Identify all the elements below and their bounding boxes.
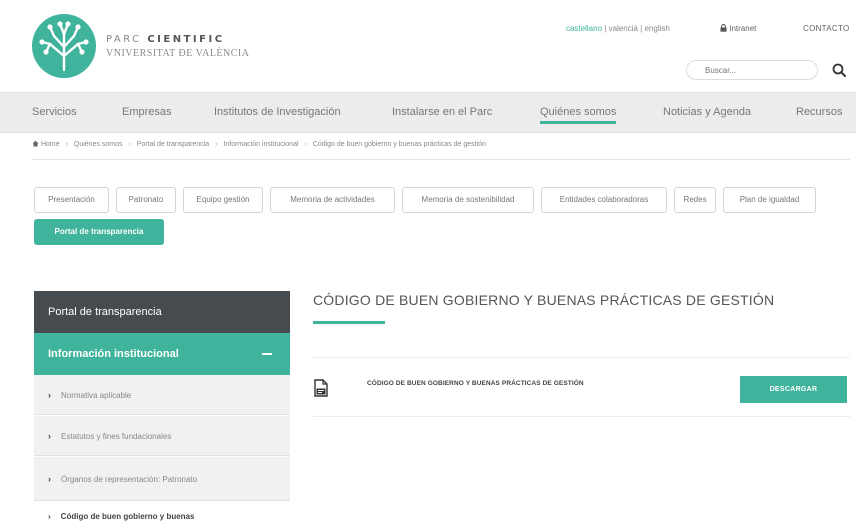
nav-item-servicios[interactable]: Servicios — [32, 93, 77, 132]
nav-item-empresas[interactable]: Empresas — [122, 93, 172, 132]
logo-wordmark: PARC CIENTIFIC VNIVERSITAT ĐE VALÈNCIA — [106, 34, 249, 59]
sidebar-item-label: Normativa aplicable — [61, 391, 132, 400]
nav-item-instalarse[interactable]: Instalarse en el Parc — [392, 93, 492, 132]
search-button[interactable] — [828, 60, 850, 80]
sidebar-section-informacion-institucional[interactable]: Información institucional — [34, 333, 290, 375]
lock-icon — [720, 24, 729, 33]
breadcrumb-divider — [32, 159, 850, 160]
logo-line2: VNIVERSITAT ĐE VALÈNCIA — [106, 47, 250, 59]
tab-memoria-sostenibilidad[interactable]: Memoria de sostenibilidad — [402, 187, 534, 213]
minus-icon[interactable] — [262, 353, 272, 355]
home-icon — [32, 140, 41, 148]
breadcrumb-portal-transparencia[interactable]: Portal de transparencia — [137, 141, 209, 148]
sidebar-section-label: Información institucional — [48, 348, 179, 360]
intranet-label: Intranet — [729, 24, 757, 33]
tab-memoria-actividades[interactable]: Memoria de actividades — [270, 187, 395, 213]
search-icon — [828, 63, 850, 84]
language-switcher: castellano | valencià | english — [566, 24, 670, 33]
tab-equipo-gestion[interactable]: Equipo gestión — [183, 187, 263, 213]
breadcrumb-quienes-somos[interactable]: Quiénes somos — [74, 141, 123, 148]
nav-item-quienes-somos[interactable]: Quiénes somos — [540, 93, 617, 132]
chevron-right-icon: › — [48, 431, 51, 441]
sidebar-item-label: Código de buen gobierno y buenas — [60, 512, 195, 521]
sidebar-item-codigo-buen-gobierno[interactable]: › Código de buen gobierno y buenas — [34, 502, 290, 525]
intranet-link[interactable]: Intranet — [720, 24, 756, 33]
sidebar-heading[interactable]: Portal de transparencia — [34, 291, 290, 333]
breadcrumb-separator: › — [304, 141, 307, 148]
document-divider-bottom — [313, 416, 850, 417]
tab-portal-transparencia[interactable]: Portal de transparencia — [34, 219, 164, 245]
download-button[interactable]: DESCARGAR — [740, 376, 847, 403]
tab-entidades-colaboradoras[interactable]: Entidades colaboradoras — [541, 187, 667, 213]
search-input[interactable] — [686, 60, 818, 80]
sidebar-item-label: Estatutos y fines fundacionales — [61, 432, 172, 441]
chevron-right-icon: › — [48, 474, 51, 484]
sidebar-item-label: Órganos de representación: Patronato — [61, 475, 198, 484]
document-icon — [314, 379, 328, 397]
lang-valenciano[interactable]: valencià — [609, 24, 638, 33]
breadcrumb-home[interactable]: Home — [41, 141, 60, 148]
title-underline — [313, 321, 385, 324]
breadcrumb-separator: › — [128, 141, 131, 148]
lang-english[interactable]: english — [644, 24, 669, 33]
tab-presentacion[interactable]: Presentación — [34, 187, 109, 213]
logo-line1: PARC CIENTIFIC — [106, 34, 249, 45]
document-title: CÓDIGO DE BUEN GOBIERNO Y BUENAS PRÁCTIC… — [367, 380, 584, 387]
breadcrumb-separator: › — [215, 141, 218, 148]
nav-item-recursos[interactable]: Recursos — [796, 93, 842, 132]
chevron-right-icon: › — [48, 512, 51, 521]
chevron-right-icon: › — [48, 390, 51, 400]
tab-redes[interactable]: Redes — [674, 187, 716, 213]
breadcrumb: Home › Quiénes somos › Portal de transpa… — [32, 140, 486, 148]
tab-plan-igualdad[interactable]: Plan de igualdad — [723, 187, 816, 213]
contact-link[interactable]: CONTACTO — [803, 24, 850, 33]
nav-item-noticias[interactable]: Noticias y Agenda — [663, 93, 751, 132]
page-title: CÓDIGO DE BUEN GOBIERNO Y BUENAS PRÁCTIC… — [313, 292, 775, 308]
sidebar-item-organos[interactable]: › Órganos de representación: Patronato — [34, 457, 290, 501]
tab-patronato[interactable]: Patronato — [116, 187, 176, 213]
site-logo[interactable]: PARC CIENTIFIC VNIVERSITAT ĐE VALÈNCIA — [32, 14, 249, 78]
breadcrumb-separator: › — [65, 141, 68, 148]
main-navigation: Servicios Empresas Institutos de Investi… — [0, 92, 856, 133]
breadcrumb-informacion-institucional[interactable]: Información institucional — [223, 141, 298, 148]
nav-item-institutos[interactable]: Institutos de Investigación — [214, 93, 341, 132]
logo-line1-bold: CIENTIFIC — [147, 33, 225, 45]
logo-line1-light: PARC — [106, 33, 148, 45]
lang-castellano[interactable]: castellano — [566, 24, 602, 33]
sidebar-item-normativa[interactable]: › Normativa aplicable — [34, 375, 290, 415]
sidebar-item-estatutos[interactable]: › Estatutos y fines fundacionales — [34, 416, 290, 456]
document-divider-top — [313, 357, 850, 358]
logo-tree-icon — [32, 14, 96, 78]
breadcrumb-current: Código de buen gobierno y buenas práctic… — [312, 141, 486, 148]
